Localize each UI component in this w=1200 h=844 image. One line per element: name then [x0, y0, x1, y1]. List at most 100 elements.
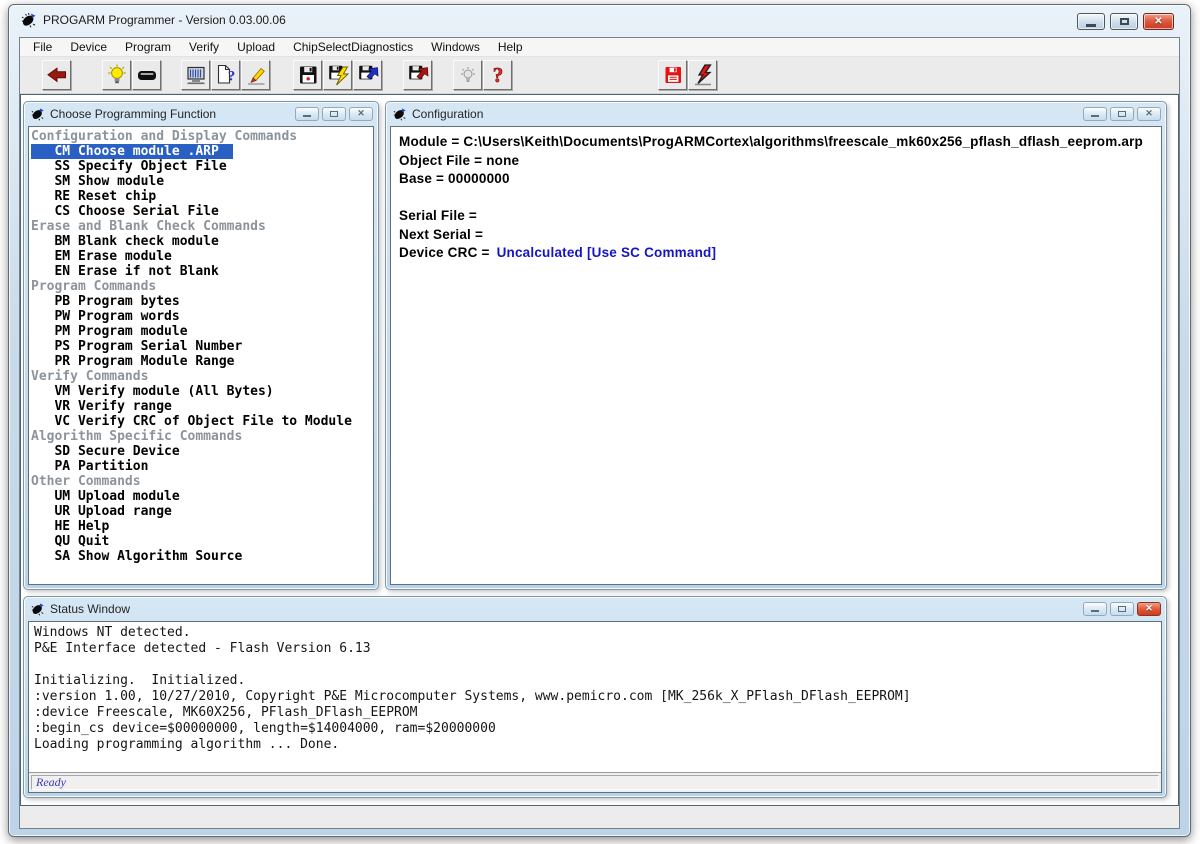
lightbulb-off-button[interactable]	[453, 60, 482, 90]
config-device-crc-line: Device CRC =Uncalculated [Use SC Command…	[399, 244, 1153, 263]
choose-module-button[interactable]	[181, 60, 210, 90]
list-item[interactable]: HE Help	[31, 519, 373, 534]
config-titlebar[interactable]: Configuration ✕	[386, 102, 1166, 125]
menu-windows[interactable]: Windows	[422, 38, 489, 56]
cpf-minimize-button[interactable]	[295, 107, 319, 121]
cpf-content: Configuration and Display Commands CM Ch…	[28, 126, 374, 585]
list-section-header: Verify Commands	[31, 369, 373, 384]
list-item[interactable]: SM Show module	[31, 174, 373, 189]
quick-program-button[interactable]	[688, 60, 717, 90]
close-icon: ✕	[357, 109, 365, 118]
status-maximize-button[interactable]	[1110, 602, 1134, 616]
black-module-icon	[135, 63, 159, 87]
status-log-line: :begin_cs device=$00000000, length=$1400…	[34, 721, 1156, 737]
list-item[interactable]: PW Program words	[31, 309, 373, 324]
configuration-window: Configuration ✕ Module = C:\Users\Keith\…	[385, 101, 1167, 590]
save-red-button[interactable]	[658, 60, 687, 90]
list-item[interactable]: EM Erase module	[31, 249, 373, 264]
status-content: Windows NT detected.P&E Interface detect…	[28, 621, 1162, 793]
menu-upload[interactable]: Upload	[228, 38, 284, 56]
window-bug-icon	[31, 602, 45, 616]
list-item[interactable]: CM Choose module .ARP	[31, 144, 373, 159]
menu-help[interactable]: Help	[489, 38, 532, 56]
list-item[interactable]: BM Blank check module	[31, 234, 373, 249]
list-section-header: Configuration and Display Commands	[31, 129, 373, 144]
app-close-button[interactable]: ✕	[1143, 13, 1174, 30]
mdi-client-area: Choose Programming Function ✕ Configurat…	[20, 94, 1179, 806]
status-window-title: Status Window	[50, 602, 130, 616]
list-item[interactable]: VR Verify range	[31, 399, 373, 414]
red-lightning-icon	[691, 63, 715, 87]
list-item[interactable]: PB Program bytes	[31, 294, 373, 309]
config-line: Next Serial =	[399, 226, 1153, 245]
close-icon: ✕	[1145, 109, 1153, 118]
list-item[interactable]: RE Reset chip	[31, 189, 373, 204]
floppy-blue-arrow-icon	[356, 63, 380, 87]
app-titlebar[interactable]: PROGARM Programmer - Version 0.03.00.06	[9, 5, 1190, 35]
status-close-button[interactable]: ✕	[1137, 602, 1161, 616]
config-close-button[interactable]: ✕	[1137, 107, 1161, 121]
lightbulb-on-button[interactable]	[102, 60, 131, 90]
config-window-title: Configuration	[412, 107, 483, 121]
ready-status-text: Ready	[31, 775, 1159, 790]
list-item[interactable]: PS Program Serial Number	[31, 339, 373, 354]
list-item[interactable]: PM Program module	[31, 324, 373, 339]
choose-programming-function-window: Choose Programming Function ✕ Configurat…	[23, 101, 379, 590]
app-maximize-button[interactable]	[1110, 13, 1138, 30]
status-log: Windows NT detected.P&E Interface detect…	[29, 622, 1161, 772]
list-item[interactable]: UR Upload range	[31, 504, 373, 519]
program-module-button[interactable]	[323, 60, 352, 90]
cpf-close-button[interactable]: ✕	[349, 107, 373, 121]
floppy-red-arrow-icon	[406, 63, 430, 87]
config-line: Module = C:\Users\Keith\Documents\ProgAR…	[399, 133, 1153, 152]
config-maximize-button[interactable]	[1110, 107, 1134, 121]
menu-device[interactable]: Device	[61, 38, 116, 56]
menu-program[interactable]: Program	[116, 38, 180, 56]
red-question-icon: ?	[486, 63, 510, 87]
list-item[interactable]: VC Verify CRC of Object File to Module	[31, 414, 373, 429]
list-section-header: Erase and Blank Check Commands	[31, 219, 373, 234]
list-item[interactable]: QU Quit	[31, 534, 373, 549]
list-item[interactable]: SD Secure Device	[31, 444, 373, 459]
app-minimize-button[interactable]	[1077, 13, 1105, 30]
status-log-line: P&E Interface detected - Flash Version 6…	[34, 641, 1156, 657]
status-minimize-button[interactable]	[1083, 602, 1107, 616]
close-icon: ✕	[1154, 17, 1162, 27]
list-item[interactable]: UM Upload module	[31, 489, 373, 504]
status-statusbar: Ready	[29, 772, 1161, 792]
list-item[interactable]: CS Choose Serial File	[31, 204, 373, 219]
cpf-titlebar[interactable]: Choose Programming Function ✕	[24, 102, 378, 125]
minimize-icon	[1091, 115, 1099, 117]
black-module-button[interactable]	[132, 60, 161, 90]
menu-chipselectdiagnostics[interactable]: ChipSelectDiagnostics	[284, 38, 422, 56]
status-caption-buttons: ✕	[1083, 602, 1161, 616]
menu-verify[interactable]: Verify	[180, 38, 228, 56]
list-item[interactable]: SS Specify Object File	[31, 159, 373, 174]
menu-bar: FileDeviceProgramVerifyUploadChipSelectD…	[20, 38, 1179, 57]
status-titlebar[interactable]: Status Window ✕	[24, 597, 1166, 620]
specify-object-file-button[interactable]: ?	[211, 60, 240, 90]
list-item[interactable]: VM Verify module (All Bytes)	[31, 384, 373, 399]
cpf-maximize-button[interactable]	[322, 107, 346, 121]
list-section-header: Program Commands	[31, 279, 373, 294]
status-log-line: :device Freescale, MK60X256, PFlash_DFla…	[34, 705, 1156, 721]
exit-button[interactable]	[42, 60, 71, 90]
list-item[interactable]: SA Show Algorithm Source	[31, 549, 373, 564]
save-button[interactable]	[293, 60, 322, 90]
list-item[interactable]: PA Partition	[31, 459, 373, 474]
list-item[interactable]: PR Program Module Range	[31, 354, 373, 369]
list-item[interactable]: EN Erase if not Blank	[31, 264, 373, 279]
config-minimize-button[interactable]	[1083, 107, 1107, 121]
status-window: Status Window ✕ Windows NT detected.P&E …	[23, 596, 1167, 798]
verify-module-button[interactable]	[403, 60, 432, 90]
close-icon: ✕	[1145, 604, 1153, 613]
app-logo-bug-icon	[21, 12, 37, 28]
config-line	[399, 189, 1153, 208]
edit-button[interactable]	[241, 60, 270, 90]
red-floppy-icon	[661, 63, 685, 87]
upload-module-button[interactable]	[353, 60, 382, 90]
help-button[interactable]: ?	[483, 60, 512, 90]
minimize-icon	[1091, 610, 1099, 612]
maximize-icon	[1120, 18, 1129, 25]
menu-file[interactable]: File	[24, 38, 61, 56]
